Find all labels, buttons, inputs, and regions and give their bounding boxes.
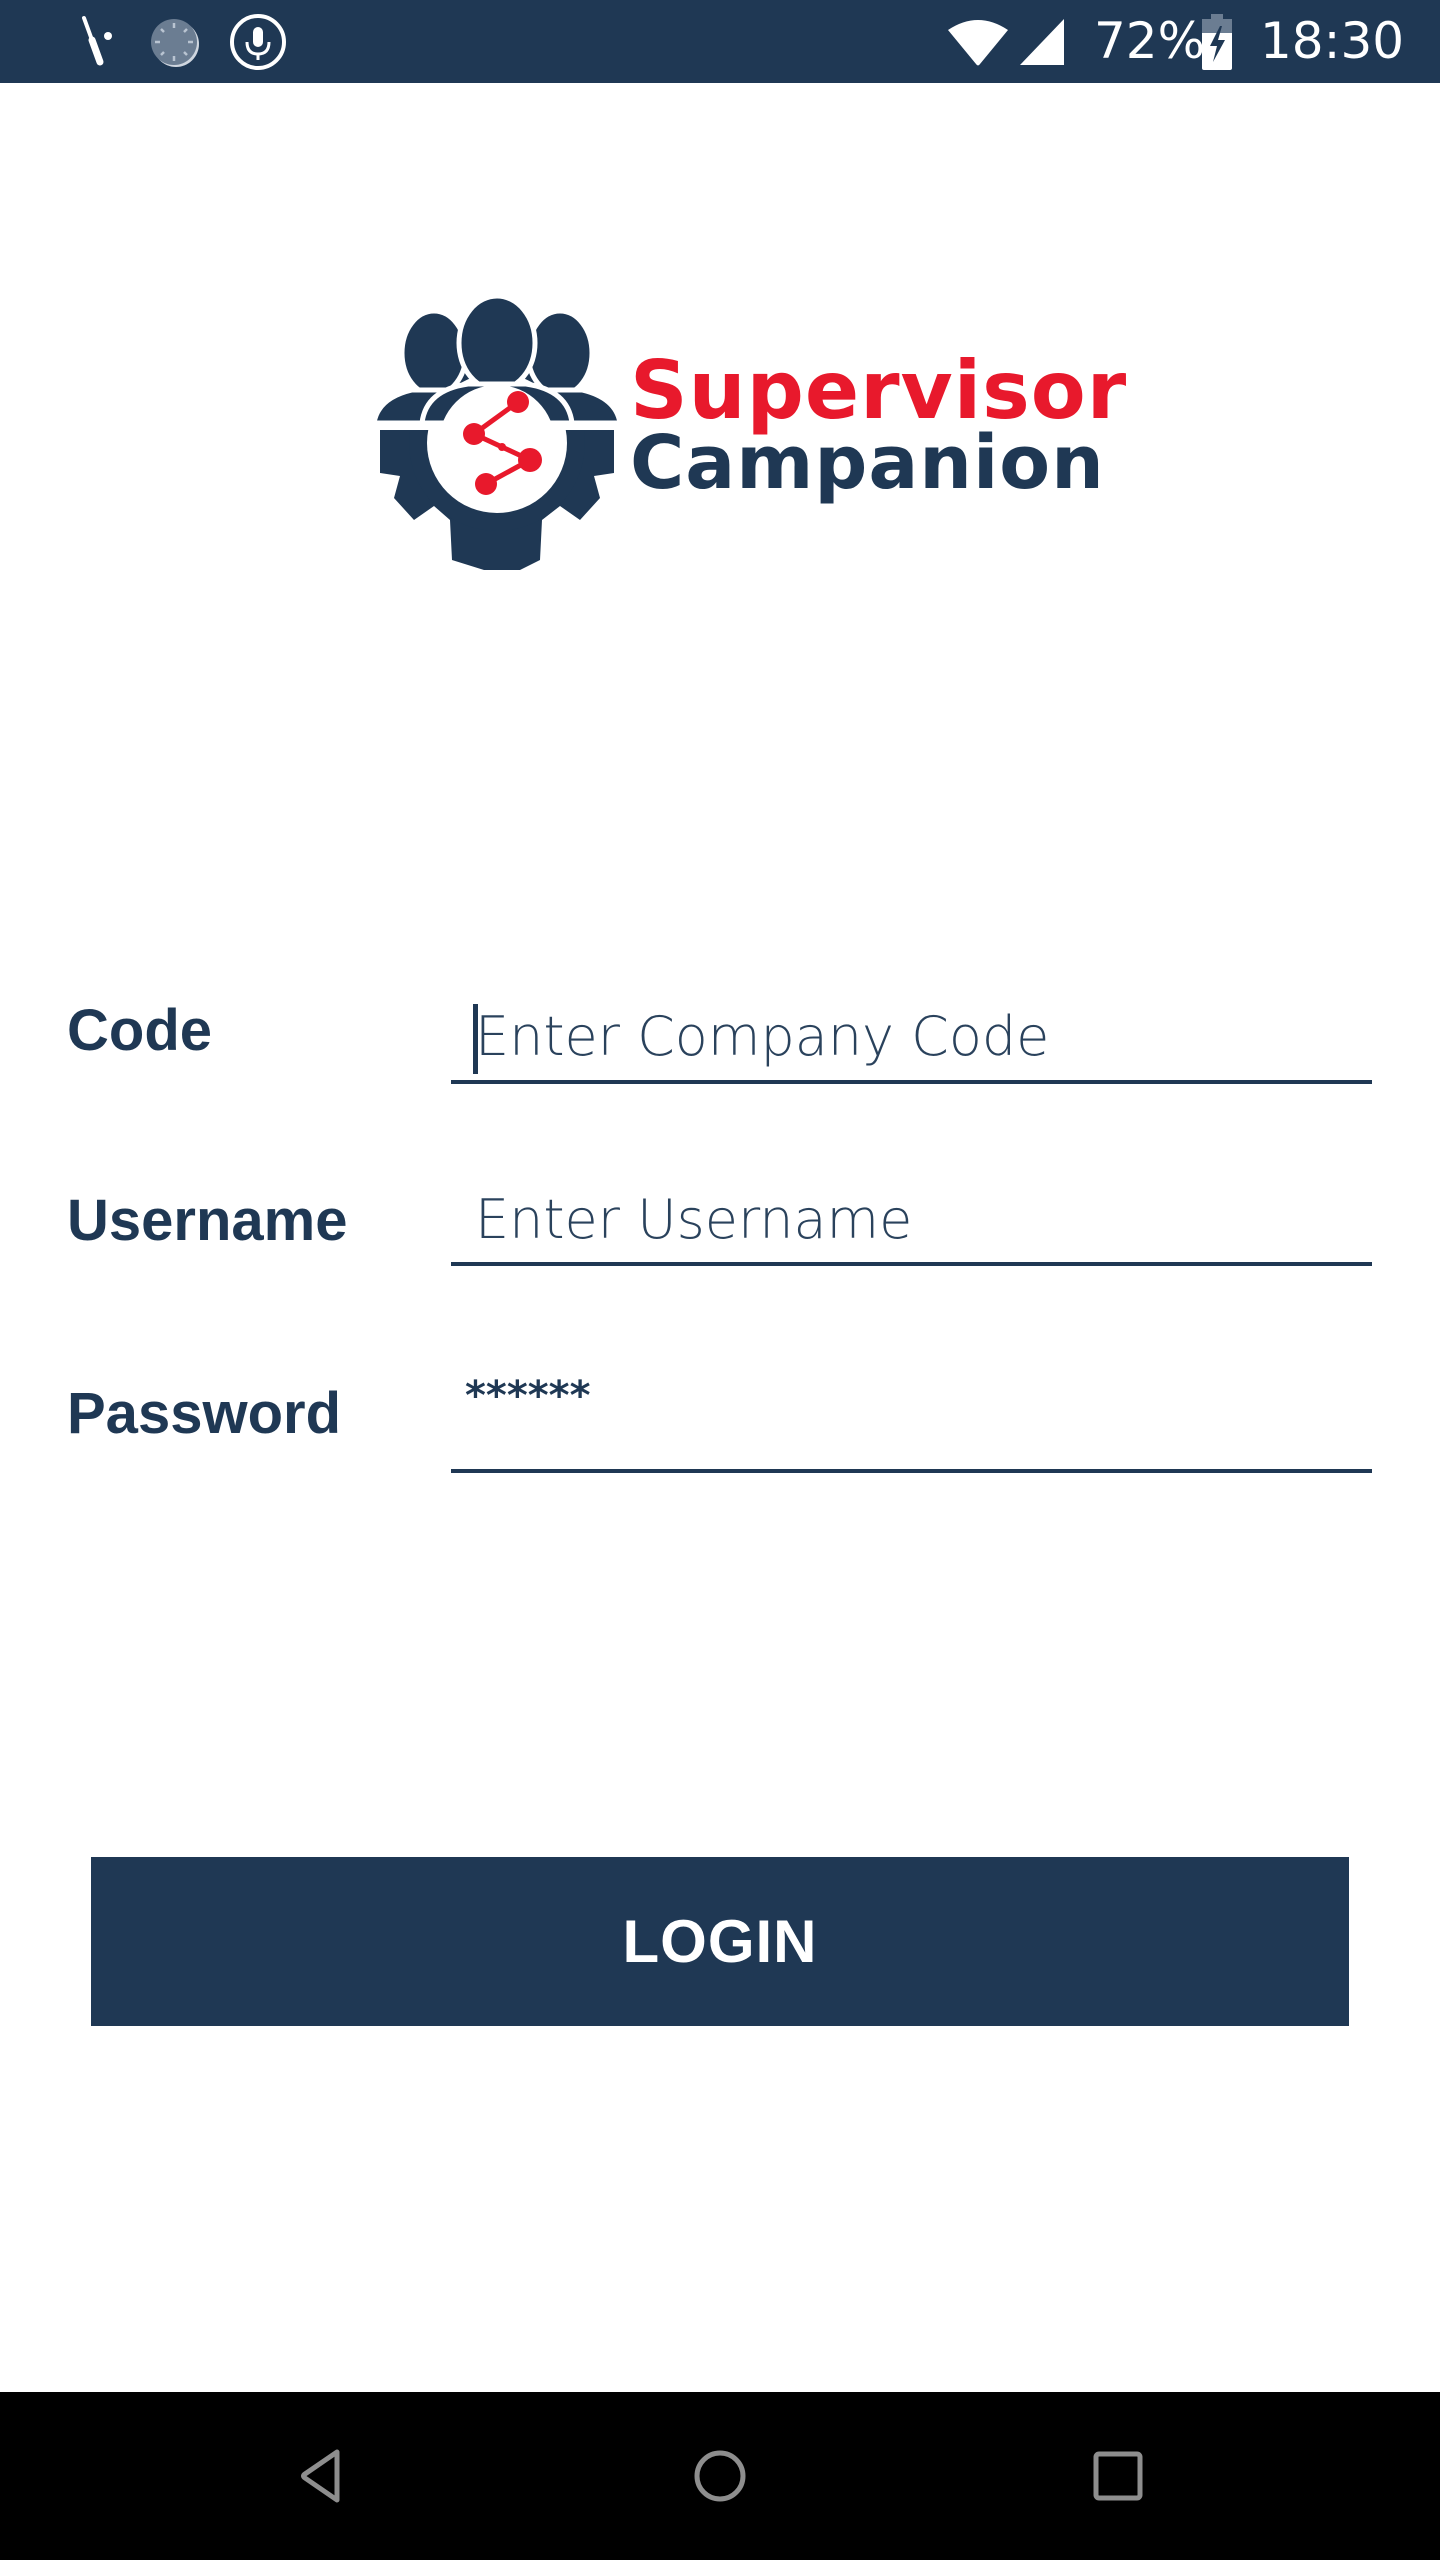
battery-percent: 72% (1094, 12, 1206, 70)
logo-title-campanion: Campanion (630, 420, 1105, 506)
battery-charging-icon (1202, 0, 1232, 83)
screwdriver-icon (78, 0, 118, 83)
microphone-icon (228, 0, 288, 83)
clock: 18:30 (1260, 12, 1405, 70)
team-gear-share-icon (372, 298, 622, 570)
recents-button[interactable] (1048, 2392, 1188, 2560)
username-field[interactable] (451, 1176, 1372, 1266)
company-code-field[interactable] (451, 992, 1372, 1084)
back-icon (301, 2449, 340, 2503)
login-button[interactable]: LOGIN (91, 1857, 1349, 2026)
code-label: Code (67, 998, 212, 1063)
wifi-icon (946, 0, 1010, 83)
password-label: Password (67, 1381, 341, 1446)
recents-icon (1093, 2451, 1143, 2501)
sync-progress-icon (148, 0, 202, 83)
text-cursor (473, 1004, 478, 1074)
home-icon (694, 2450, 746, 2502)
cellular-signal-icon (1018, 0, 1066, 83)
system-nav-bar (0, 2392, 1440, 2560)
username-input[interactable] (451, 1176, 1372, 1262)
back-button[interactable] (251, 2392, 391, 2560)
app-logo: Supervisor Campanion (372, 298, 1126, 573)
status-bar: 72% 18:30 (0, 0, 1440, 83)
username-label: Username (67, 1188, 348, 1253)
password-input[interactable] (451, 1368, 1372, 1469)
password-field[interactable] (451, 1368, 1372, 1473)
company-code-input[interactable] (451, 992, 1372, 1080)
home-button[interactable] (650, 2392, 790, 2560)
